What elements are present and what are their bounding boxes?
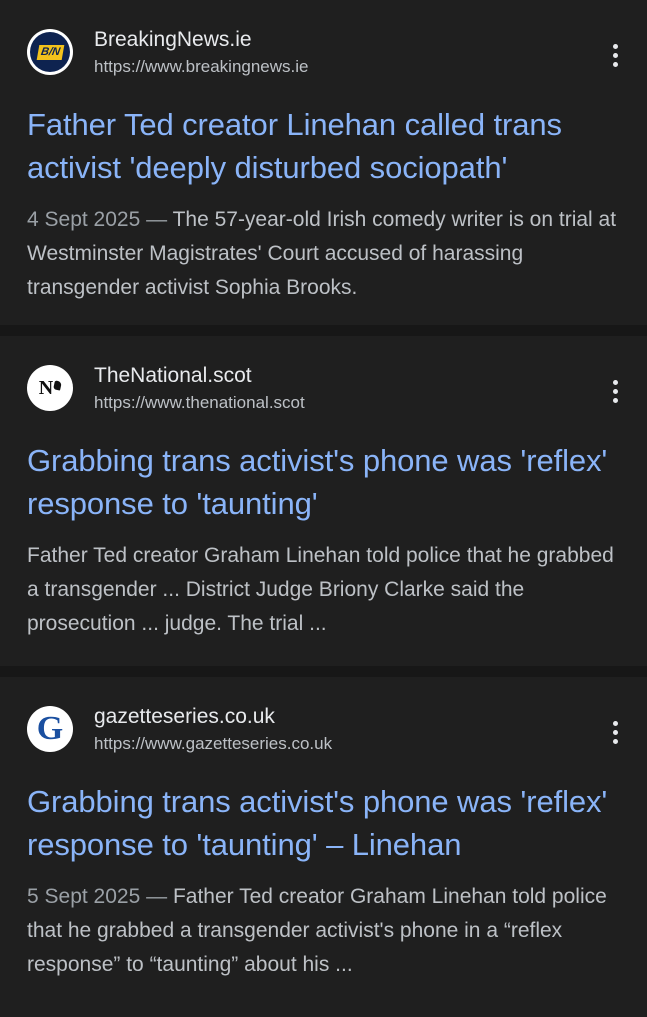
result-source[interactable]: B/N BreakingNews.ie https://www.breaking…	[27, 27, 309, 77]
result-title-link[interactable]: Father Ted creator Linehan called trans …	[27, 103, 627, 189]
more-vert-icon	[612, 720, 618, 726]
search-results-list: B/N BreakingNews.ie https://www.breaking…	[0, 0, 647, 1017]
search-result-breakingnews: B/N BreakingNews.ie https://www.breaking…	[0, 0, 647, 325]
date-separator: —	[140, 208, 173, 231]
snippet-text: Father Ted creator Graham Linehan told p…	[27, 544, 614, 635]
site-url: https://www.gazetteseries.co.uk	[94, 733, 333, 753]
more-vert-icon	[612, 43, 618, 49]
site-name: BreakingNews.ie	[94, 27, 252, 51]
site-name: gazetteseries.co.uk	[94, 704, 275, 728]
more-vert-icon	[612, 379, 618, 385]
site-name: TheNational.scot	[94, 363, 252, 387]
site-url: https://www.breakingnews.ie	[94, 56, 309, 76]
result-date: 4 Sept 2025	[27, 208, 141, 231]
result-snippet: Father Ted creator Graham Linehan told p…	[27, 539, 625, 641]
gazette-logo-text: G	[36, 710, 64, 747]
result-title-link[interactable]: Grabbing trans activist's phone was 'ref…	[27, 780, 627, 866]
result-source[interactable]: N TheNational.scot https://www.thenation…	[27, 363, 305, 413]
more-options-button[interactable]	[605, 40, 625, 70]
breakingnews-logo-text: B/N	[36, 44, 64, 60]
search-result-thenational: N TheNational.scot https://www.thenation…	[0, 336, 647, 666]
result-snippet: 4 Sept 2025 — The 57-year-old Irish come…	[27, 203, 625, 305]
scotland-map-icon	[53, 379, 63, 391]
result-title-link[interactable]: Grabbing trans activist's phone was 'ref…	[27, 439, 627, 525]
gazette-logo-icon: G	[27, 706, 73, 752]
site-url: https://www.thenational.scot	[94, 392, 305, 412]
result-snippet: 5 Sept 2025 — Father Ted creator Graham …	[27, 880, 625, 982]
breakingnews-logo-icon: B/N	[27, 29, 73, 75]
result-source[interactable]: G gazetteseries.co.uk https://www.gazett…	[27, 704, 332, 754]
more-options-button[interactable]	[605, 717, 625, 747]
more-options-button[interactable]	[605, 376, 625, 406]
thenational-logo-text: N	[38, 376, 54, 399]
search-result-gazetteseries: G gazetteseries.co.uk https://www.gazett…	[0, 677, 647, 1017]
thenational-logo-icon: N	[27, 365, 73, 411]
result-date: 5 Sept 2025	[27, 885, 141, 908]
date-separator: —	[140, 885, 173, 908]
